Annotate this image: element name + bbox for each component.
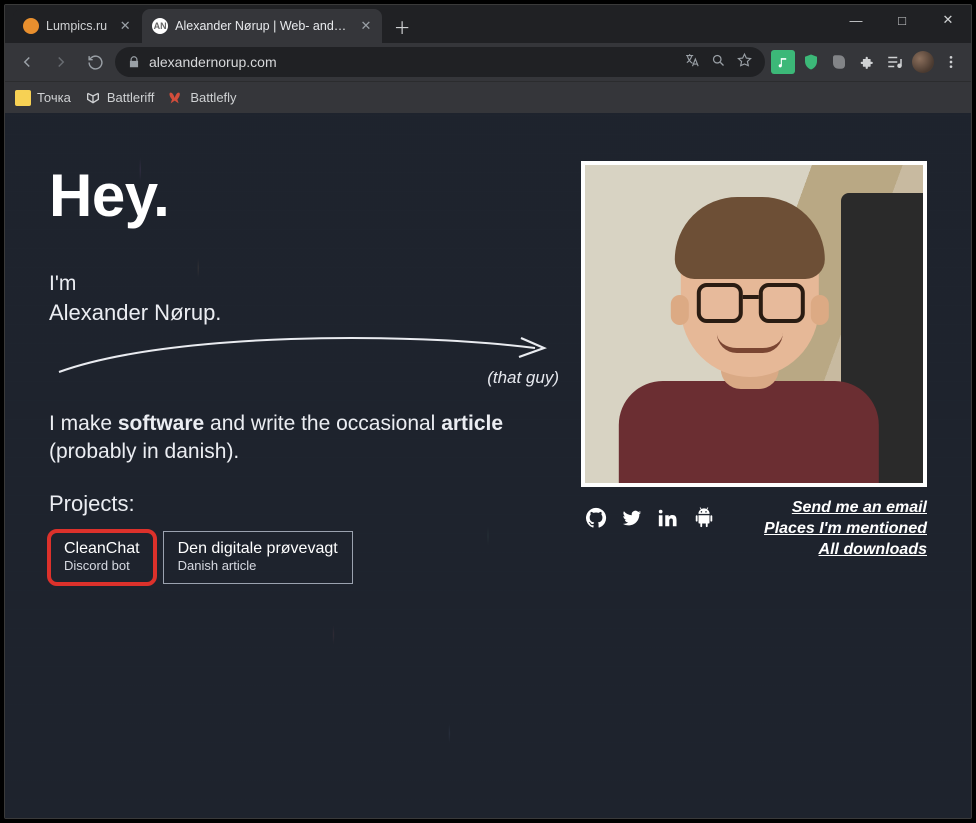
project-subtitle: Danish article bbox=[178, 558, 338, 573]
omnibox-actions bbox=[684, 52, 753, 72]
linkedin-icon[interactable] bbox=[657, 507, 679, 529]
page-viewport: Hey. I'm Alexander Nørup. (that guy) I m… bbox=[5, 113, 971, 818]
bookmark-favicon-icon bbox=[85, 90, 101, 106]
android-icon[interactable] bbox=[693, 507, 715, 529]
reload-button[interactable] bbox=[81, 48, 109, 76]
window-controls: — □ ✕ bbox=[833, 5, 971, 35]
intro-name: I'm Alexander Nørup. bbox=[49, 270, 553, 328]
minimize-button[interactable]: — bbox=[833, 5, 879, 35]
star-icon[interactable] bbox=[736, 52, 753, 72]
heading-hey: Hey. bbox=[49, 161, 553, 230]
social-icons bbox=[585, 507, 715, 529]
back-button[interactable] bbox=[13, 48, 41, 76]
favicon-icon bbox=[23, 18, 39, 34]
tab-title: Alexander Nørup | Web- and soft… bbox=[175, 19, 349, 33]
browser-window: Lumpics.ru ✕ AN Alexander Nørup | Web- a… bbox=[4, 4, 972, 819]
github-icon[interactable] bbox=[585, 507, 607, 529]
arrow-annotation: (that guy) bbox=[49, 334, 553, 404]
forward-button[interactable] bbox=[47, 48, 75, 76]
toolbar: alexandernorup.com bbox=[5, 43, 971, 81]
ext-music-icon[interactable] bbox=[771, 50, 795, 74]
extensions-button[interactable] bbox=[855, 50, 879, 74]
favicon-icon: AN bbox=[152, 18, 168, 34]
arrow-icon bbox=[49, 324, 549, 394]
bookmark-label: Battlefly bbox=[190, 90, 236, 105]
link-email[interactable]: Send me an email bbox=[792, 499, 927, 517]
close-icon[interactable]: ✕ bbox=[118, 19, 132, 33]
maximize-button[interactable]: □ bbox=[879, 5, 925, 35]
quick-links: Send me an email Places I'm mentioned Al… bbox=[764, 499, 927, 559]
bookmark-favicon-icon bbox=[168, 90, 184, 106]
project-cleanchat[interactable]: CleanChat Discord bot bbox=[49, 531, 155, 584]
bookmark-label: Точка bbox=[37, 90, 71, 105]
project-title: Den digitale prøvevagt bbox=[178, 540, 338, 558]
link-downloads[interactable]: All downloads bbox=[819, 541, 927, 559]
tab-alexandernorup[interactable]: AN Alexander Nørup | Web- and soft… ✕ bbox=[142, 9, 382, 43]
projects-heading: Projects: bbox=[49, 491, 553, 517]
url-text: alexandernorup.com bbox=[149, 54, 277, 70]
tab-lumpics[interactable]: Lumpics.ru ✕ bbox=[13, 9, 142, 43]
ext-playlist-icon[interactable] bbox=[883, 50, 907, 74]
projects-row: CleanChat Discord bot Den digitale prøve… bbox=[49, 531, 553, 584]
tab-strip: Lumpics.ru ✕ AN Alexander Nørup | Web- a… bbox=[5, 5, 971, 43]
bookmark-tochka[interactable]: Точка bbox=[15, 90, 71, 106]
bookmark-battleriff[interactable]: Battleriff bbox=[85, 90, 154, 106]
bookmark-favicon-icon bbox=[15, 90, 31, 106]
project-provevagt[interactable]: Den digitale prøvevagt Danish article bbox=[163, 531, 353, 584]
twitter-icon[interactable] bbox=[621, 507, 643, 529]
tab-title: Lumpics.ru bbox=[46, 19, 107, 33]
close-button[interactable]: ✕ bbox=[925, 5, 971, 35]
close-icon[interactable]: ✕ bbox=[360, 19, 372, 33]
description: I make software and write the occasional… bbox=[49, 410, 553, 467]
that-guy-text: (that guy) bbox=[487, 368, 559, 388]
translate-icon[interactable] bbox=[684, 52, 701, 72]
right-column: Send me an email Places I'm mentioned Al… bbox=[581, 161, 927, 770]
profile-photo bbox=[581, 161, 927, 487]
left-column: Hey. I'm Alexander Nørup. (that guy) I m… bbox=[49, 161, 553, 770]
link-mentions[interactable]: Places I'm mentioned bbox=[764, 520, 927, 538]
lock-icon bbox=[127, 55, 141, 69]
zoom-icon[interactable] bbox=[711, 53, 726, 71]
tabs: Lumpics.ru ✕ AN Alexander Nørup | Web- a… bbox=[13, 9, 416, 43]
page-content: Hey. I'm Alexander Nørup. (that guy) I m… bbox=[5, 113, 971, 818]
menu-button[interactable] bbox=[939, 50, 963, 74]
iam-text: I'm bbox=[49, 270, 553, 298]
project-title: CleanChat bbox=[64, 540, 140, 558]
address-bar[interactable]: alexandernorup.com bbox=[115, 47, 765, 77]
profile-avatar[interactable] bbox=[911, 50, 935, 74]
ext-evernote-icon[interactable] bbox=[827, 50, 851, 74]
new-tab-button[interactable]: ＋ bbox=[388, 12, 416, 40]
bookmark-battlefly[interactable]: Battlefly bbox=[168, 90, 236, 106]
bookmark-label: Battleriff bbox=[107, 90, 154, 105]
extensions bbox=[771, 50, 963, 74]
photo-bottom-row: Send me an email Places I'm mentioned Al… bbox=[581, 497, 927, 559]
bookmark-bar: Точка Battleriff Battlefly bbox=[5, 81, 971, 113]
project-subtitle: Discord bot bbox=[64, 558, 140, 573]
ext-shield-icon[interactable] bbox=[799, 50, 823, 74]
